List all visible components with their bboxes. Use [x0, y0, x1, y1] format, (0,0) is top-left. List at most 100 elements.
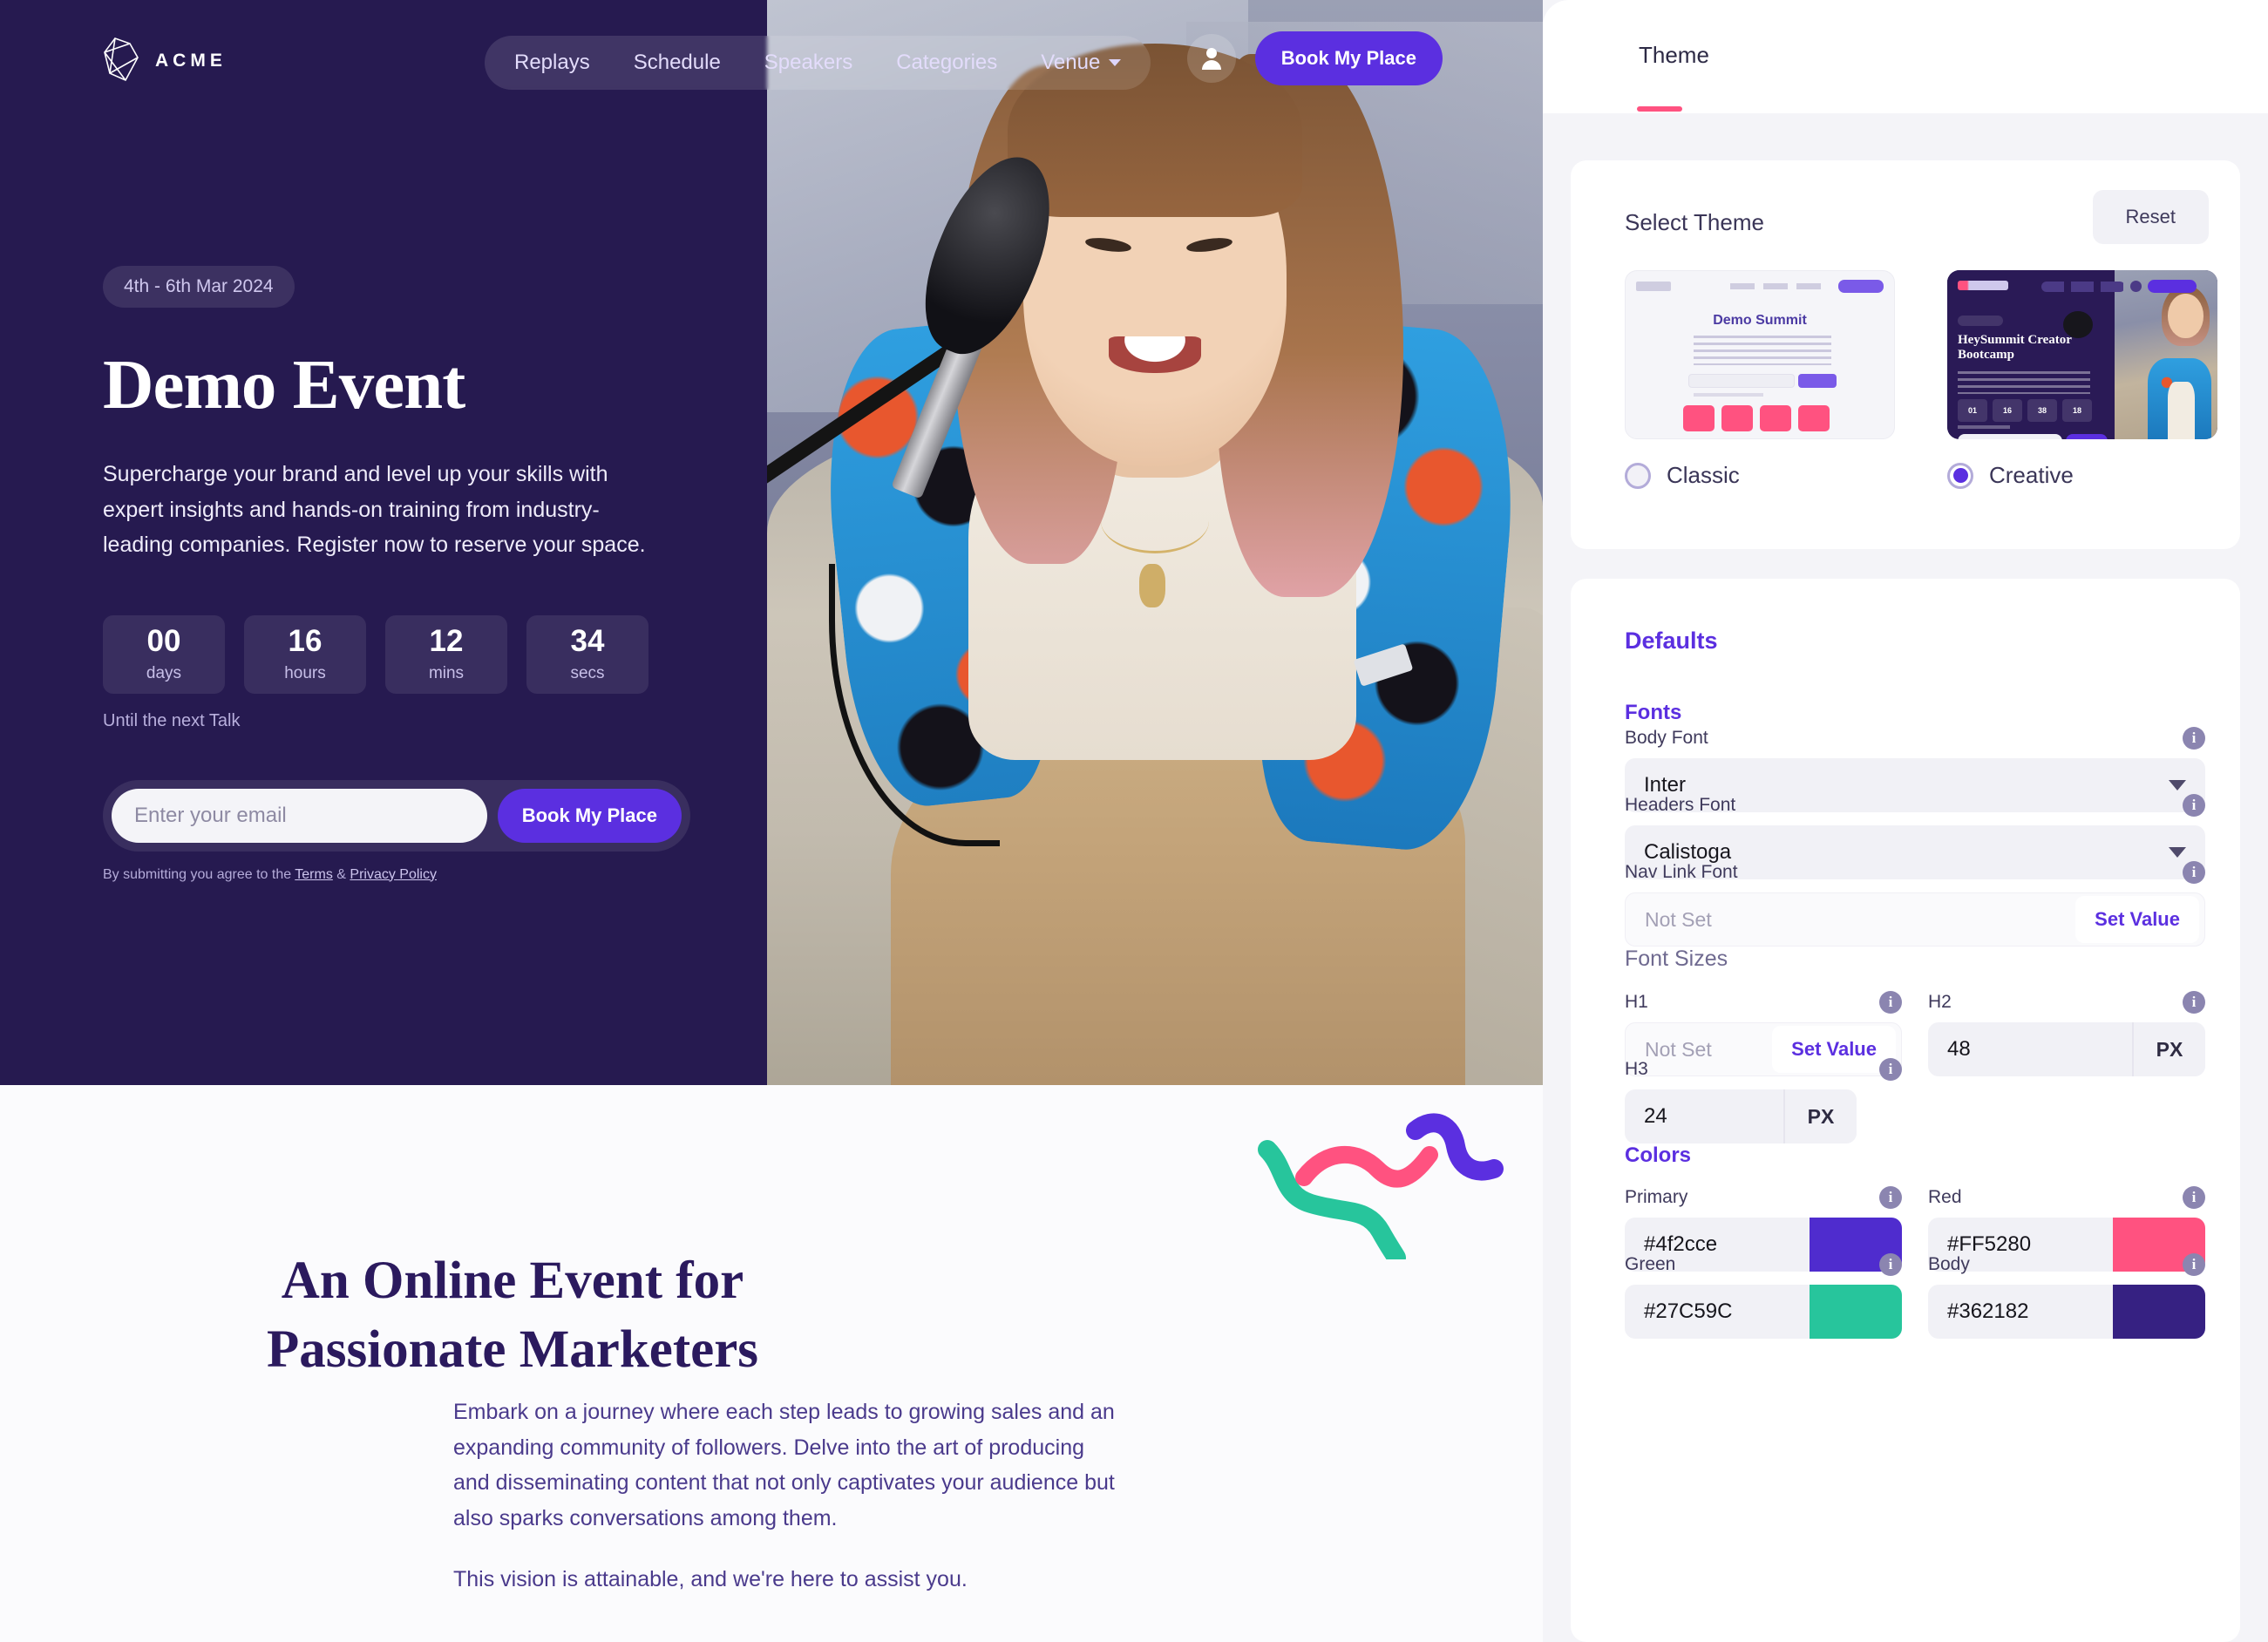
thumb-terms	[1694, 393, 1763, 397]
privacy-policy-link[interactable]: Privacy Policy	[350, 867, 437, 882]
info-icon[interactable]: i	[2183, 1253, 2205, 1276]
nav-link-font-field[interactable]: Not Set Set Value	[1625, 892, 2205, 947]
countdown-days-value: 00	[146, 623, 181, 658]
hero-title: Demo Event	[103, 345, 465, 424]
countdown-mins: 12 mins	[385, 614, 507, 694]
defaults-card: Defaults Fonts Body Font i Inter Headers…	[1571, 579, 2240, 1642]
info-icon[interactable]: i	[1879, 1058, 1902, 1081]
chevron-down-icon	[1109, 59, 1122, 66]
info-icon[interactable]: i	[1879, 991, 1902, 1014]
book-my-place-nav-button[interactable]: Book My Place	[1254, 31, 1443, 85]
info-icon[interactable]: i	[2183, 991, 2205, 1014]
site-preview: ACME Replays Schedule Speakers Categorie…	[0, 0, 1543, 1642]
reset-button[interactable]: Reset	[2092, 190, 2209, 244]
h2-unit: PX	[2132, 1022, 2205, 1076]
green-color-label: Green	[1625, 1254, 1676, 1274]
nav-links: Replays Schedule Speakers Categories Ven…	[485, 36, 1151, 90]
nav-link-replays[interactable]: Replays	[514, 51, 590, 75]
radio-classic-icon[interactable]	[1625, 462, 1651, 489]
nav-link-font-set-value-button[interactable]: Set Value	[2075, 896, 2199, 943]
nav-link-font-label: Nav Link Font	[1625, 862, 1738, 882]
h3-unit: PX	[1783, 1089, 1857, 1143]
thumb-nav-links	[1730, 283, 1826, 289]
nav-link-schedule[interactable]: Schedule	[634, 51, 721, 75]
chevron-down-icon	[2169, 847, 2186, 858]
thumb-creative-countdown: 01 16 38 18	[1958, 399, 2092, 422]
h3-field[interactable]: 24 PX	[1625, 1089, 1857, 1143]
decorative-squiggles-icon	[1236, 1094, 1515, 1267]
thumb-creative-email-field	[1958, 434, 2062, 439]
radio-classic[interactable]: Classic	[1625, 462, 1895, 489]
section-title-line1: An Online Event for	[281, 1252, 744, 1310]
book-my-place-form-button[interactable]: Book My Place	[497, 788, 682, 843]
primary-color-label-row: Primary i	[1625, 1186, 1902, 1209]
info-icon[interactable]: i	[2183, 794, 2205, 817]
font-sizes-heading: Font Sizes	[1625, 947, 1728, 971]
thumb-email-field	[1688, 374, 1795, 388]
theme-option-classic[interactable]: Demo Summit Classic	[1625, 270, 1895, 489]
site-preview-pane: ACME Replays Schedule Speakers Categorie…	[0, 0, 1543, 1642]
theme-option-creative[interactable]: HeySummit Creator Bootcamp 01 16 38 18 Crea…	[1947, 270, 2217, 489]
tab-theme-indicator	[1637, 106, 1682, 112]
thumb-creative-avatar-icon	[2130, 281, 2142, 292]
signup-form: Book My Place	[103, 779, 690, 852]
headers-font-label-row: Headers Font i	[1625, 794, 2205, 817]
thumb-creative-paragraph	[1958, 371, 2090, 394]
green-color-label-row: Green i	[1625, 1253, 1902, 1276]
terms-text: By submitting you agree to the Terms & P…	[103, 867, 713, 883]
info-icon[interactable]: i	[2183, 727, 2205, 750]
body-color-field[interactable]: #362182	[1928, 1285, 2205, 1339]
theme-thumbnail-creative[interactable]: HeySummit Creator Bootcamp 01 16 38 18	[1947, 270, 2217, 439]
thumb-submit-button	[1798, 374, 1837, 388]
red-color-label-row: Red i	[1928, 1186, 2205, 1209]
h2-value[interactable]: 48	[1928, 1022, 2132, 1076]
info-icon[interactable]: i	[2183, 1186, 2205, 1209]
fonts-heading: Fonts	[1625, 701, 1682, 724]
info-icon[interactable]: i	[1879, 1186, 1902, 1209]
countdown-days: 00 days	[103, 614, 225, 694]
tab-theme[interactable]: Theme	[1639, 42, 1709, 69]
h3-value[interactable]: 24	[1625, 1089, 1783, 1143]
body-color-value[interactable]: #362182	[1928, 1285, 2113, 1339]
nav-link-venue[interactable]: Venue	[1041, 51, 1122, 75]
h2-field[interactable]: 48 PX	[1928, 1022, 2205, 1076]
hero-content: 4th - 6th Mar 2024 Demo Event Supercharg…	[103, 266, 713, 883]
thumb-creative-cta	[2148, 280, 2197, 293]
gem-logo-icon	[103, 37, 139, 86]
thumb-creative-date-chip	[1958, 316, 2003, 326]
primary-color-label: Primary	[1625, 1187, 1688, 1207]
section-paragraph-1: Embark on a journey where each step lead…	[453, 1400, 1115, 1530]
radio-creative[interactable]: Creative	[1947, 462, 2217, 489]
nav-link-speakers[interactable]: Speakers	[764, 51, 852, 75]
green-color-value[interactable]: #27C59C	[1625, 1285, 1810, 1339]
countdown-note: Until the next Talk	[103, 710, 241, 730]
countdown-hours-label: hours	[284, 663, 326, 682]
terms-amp: &	[332, 866, 350, 882]
terms-prefix: By submitting you agree to the	[103, 866, 295, 882]
brand[interactable]: ACME	[103, 37, 227, 86]
h2-label: H2	[1928, 992, 1952, 1012]
defaults-heading: Defaults	[1625, 628, 1718, 654]
thumb-creative-nav	[2041, 282, 2125, 292]
theme-thumbnail-classic[interactable]: Demo Summit	[1625, 270, 1895, 439]
preview-navbar: ACME Replays Schedule Speakers Categorie…	[0, 0, 1543, 122]
section-title-line2: Passionate Marketers	[266, 1320, 759, 1380]
countdown-secs: 34 secs	[526, 614, 648, 694]
nav-link-font-value: Not Set	[1645, 907, 1712, 931]
select-theme-title: Select Theme	[1625, 209, 1764, 235]
radio-classic-label: Classic	[1667, 462, 1740, 488]
radio-creative-icon[interactable]	[1947, 462, 1973, 489]
body-color-swatch[interactable]	[2113, 1285, 2205, 1339]
body-color-label-row: Body i	[1928, 1253, 2205, 1276]
green-color-field[interactable]: #27C59C	[1625, 1285, 1902, 1339]
panel-header: Theme	[1543, 0, 2268, 113]
info-icon[interactable]: i	[1879, 1253, 1902, 1276]
email-input[interactable]	[112, 788, 487, 843]
brand-name: ACME	[155, 51, 227, 71]
chevron-down-icon	[2169, 780, 2186, 790]
info-icon[interactable]: i	[2183, 861, 2205, 884]
user-avatar-icon[interactable]	[1186, 34, 1236, 83]
nav-link-categories[interactable]: Categories	[896, 51, 997, 75]
terms-link[interactable]: Terms	[295, 867, 333, 882]
green-color-swatch[interactable]	[1810, 1285, 1902, 1339]
